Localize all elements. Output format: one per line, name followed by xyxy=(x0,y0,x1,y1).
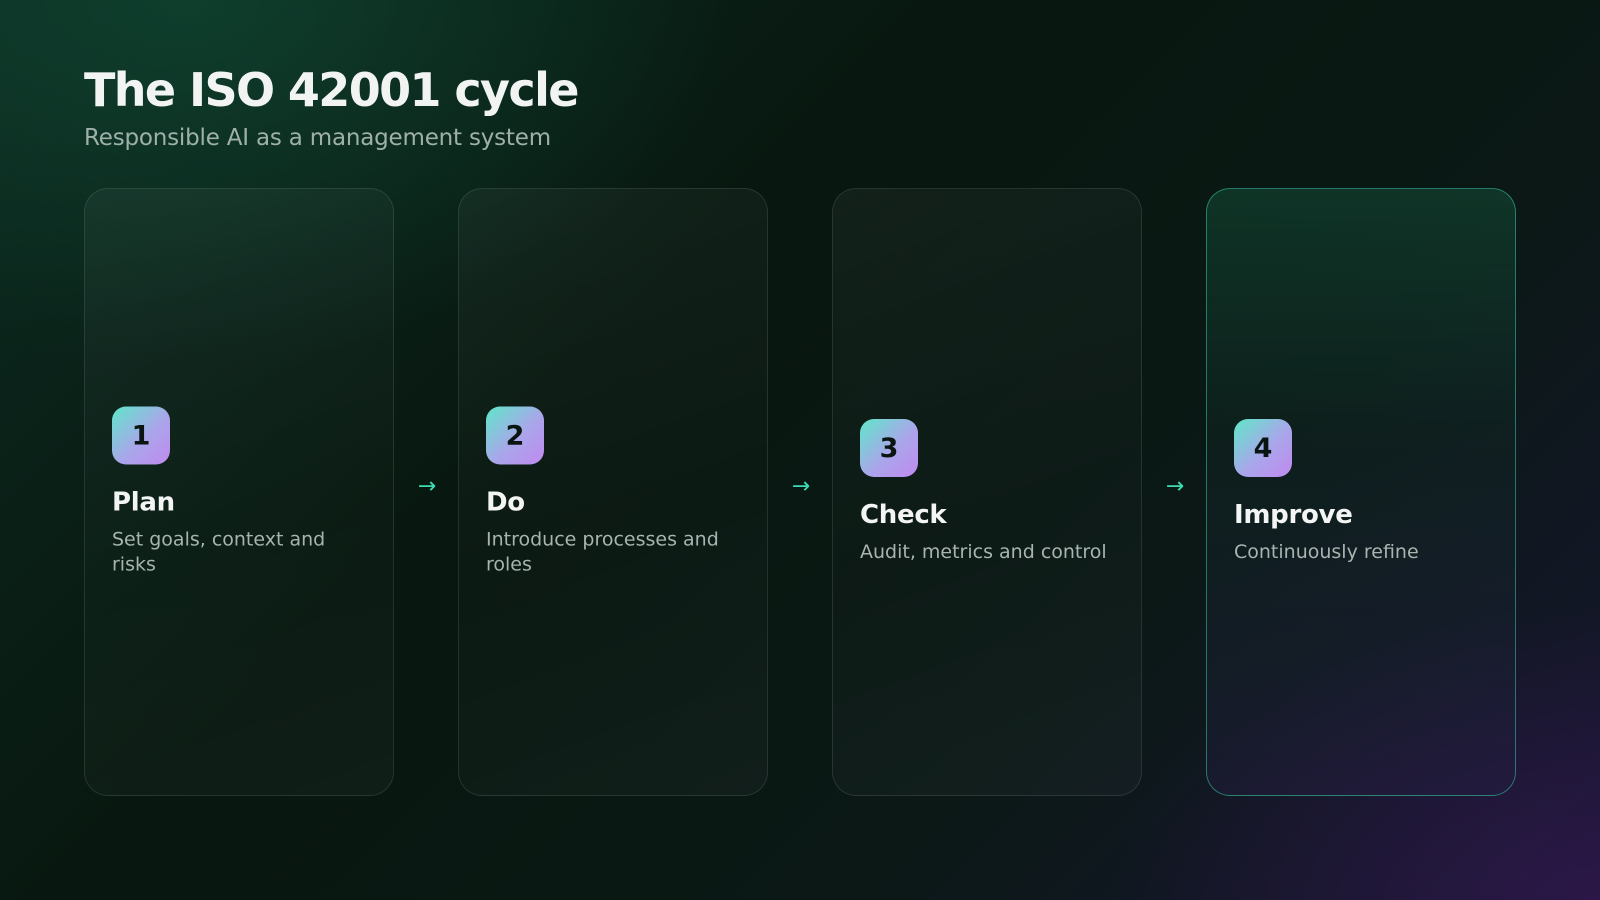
header: The ISO 42001 cycle Responsible AI as a … xyxy=(84,60,579,153)
page-subtitle: Responsible AI as a management system xyxy=(84,125,551,151)
step-title: Check xyxy=(860,500,947,530)
step-card-content: 3 Check Audit, metrics and control xyxy=(860,419,1119,565)
step-title: Plan xyxy=(112,487,175,518)
step-card-content: 4 Improve Continuously refine xyxy=(1234,419,1493,565)
step-card-content: 2 Do Introduce processes and roles xyxy=(486,406,745,578)
step-title: Do xyxy=(486,487,525,518)
step-number-badge: 4 xyxy=(1234,419,1292,477)
step-card-check: 3 Check Audit, metrics and control xyxy=(832,188,1142,796)
step-number-badge: 2 xyxy=(486,406,544,465)
arrow-right-icon: → xyxy=(417,474,437,499)
step-card-plan: 1 Plan Set goals, context and risks xyxy=(84,188,394,796)
step-description: Continuously refine xyxy=(1234,541,1419,563)
page-title: The ISO 42001 cycle xyxy=(84,63,579,117)
arrow-right-icon: → xyxy=(791,474,811,499)
step-card-improve: 4 Improve Continuously refine xyxy=(1206,188,1516,796)
step-description: Introduce processes and roles xyxy=(486,528,719,576)
arrow-right-icon: → xyxy=(1165,474,1185,499)
cycle-steps: 1 Plan Set goals, context and risks → 2 … xyxy=(84,188,1516,798)
step-description: Set goals, context and risks xyxy=(112,528,326,576)
step-card-content: 1 Plan Set goals, context and risks xyxy=(112,406,371,578)
step-number-badge: 1 xyxy=(112,406,170,465)
step-number-badge: 3 xyxy=(860,419,918,477)
step-description: Audit, metrics and control xyxy=(860,541,1107,563)
step-title: Improve xyxy=(1234,500,1353,530)
step-card-do: 2 Do Introduce processes and roles xyxy=(458,188,768,796)
